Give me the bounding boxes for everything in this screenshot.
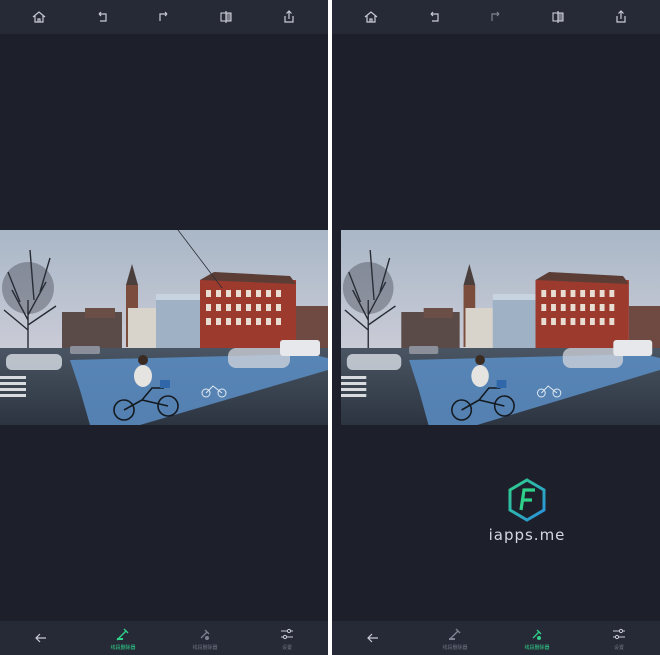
settings-label: 设置 — [281, 644, 292, 651]
edited-photo[interactable] — [0, 230, 328, 425]
home-icon[interactable] — [361, 7, 381, 27]
settings-label: 设置 — [613, 644, 624, 651]
settings-tool[interactable]: 设置 — [257, 621, 317, 655]
home-icon[interactable] — [29, 7, 49, 27]
touch-remove-label: 线段删除器 — [524, 644, 550, 651]
settings-sliders-icon — [281, 628, 293, 639]
undo-icon[interactable] — [424, 7, 444, 27]
settings-tool[interactable]: 设置 — [589, 621, 649, 655]
touch-remove-icon — [200, 629, 210, 640]
watermark: iapps.me — [482, 478, 572, 544]
brush-remove-label: 线段删除器 — [442, 644, 468, 651]
top-toolbar — [0, 0, 328, 34]
watermark-text: iapps.me — [488, 526, 566, 544]
brush-remove-label: 线段删除器 — [110, 644, 136, 651]
brush-remove-tool[interactable]: 线段删除器 — [425, 621, 485, 655]
back-arrow-icon — [35, 633, 46, 643]
top-toolbar — [332, 0, 660, 34]
compare-icon[interactable] — [216, 7, 236, 27]
brush-remove-tool[interactable]: 线段删除器 — [93, 621, 153, 655]
iapps-logo-icon — [508, 478, 546, 522]
back-button[interactable] — [343, 621, 403, 655]
redo-icon[interactable] — [486, 7, 506, 27]
undo-icon[interactable] — [92, 7, 112, 27]
redo-icon[interactable] — [154, 7, 174, 27]
edited-photo[interactable] — [341, 230, 660, 425]
phone-screen-left: 线段删除器 线段删除器 设置 — [0, 0, 328, 655]
touch-remove-tool[interactable]: 线段删除器 — [507, 621, 567, 655]
touch-remove-tool[interactable]: 线段删除器 — [175, 621, 235, 655]
compare-icon[interactable] — [548, 7, 568, 27]
share-icon[interactable] — [611, 7, 631, 27]
settings-sliders-icon — [613, 628, 625, 639]
phone-screen-right: iapps.me 线段删除器 线段删除器 设置 — [332, 0, 660, 655]
back-arrow-icon — [367, 633, 378, 643]
bottom-toolbar: 线段删除器 线段删除器 设置 — [0, 621, 328, 655]
share-icon[interactable] — [279, 7, 299, 27]
touch-remove-label: 线段删除器 — [192, 644, 218, 651]
bottom-toolbar: 线段删除器 线段删除器 设置 — [332, 621, 660, 655]
brush-remove-icon — [449, 628, 461, 640]
brush-remove-icon — [116, 628, 129, 640]
touch-remove-icon — [532, 629, 542, 640]
back-button[interactable] — [11, 621, 71, 655]
